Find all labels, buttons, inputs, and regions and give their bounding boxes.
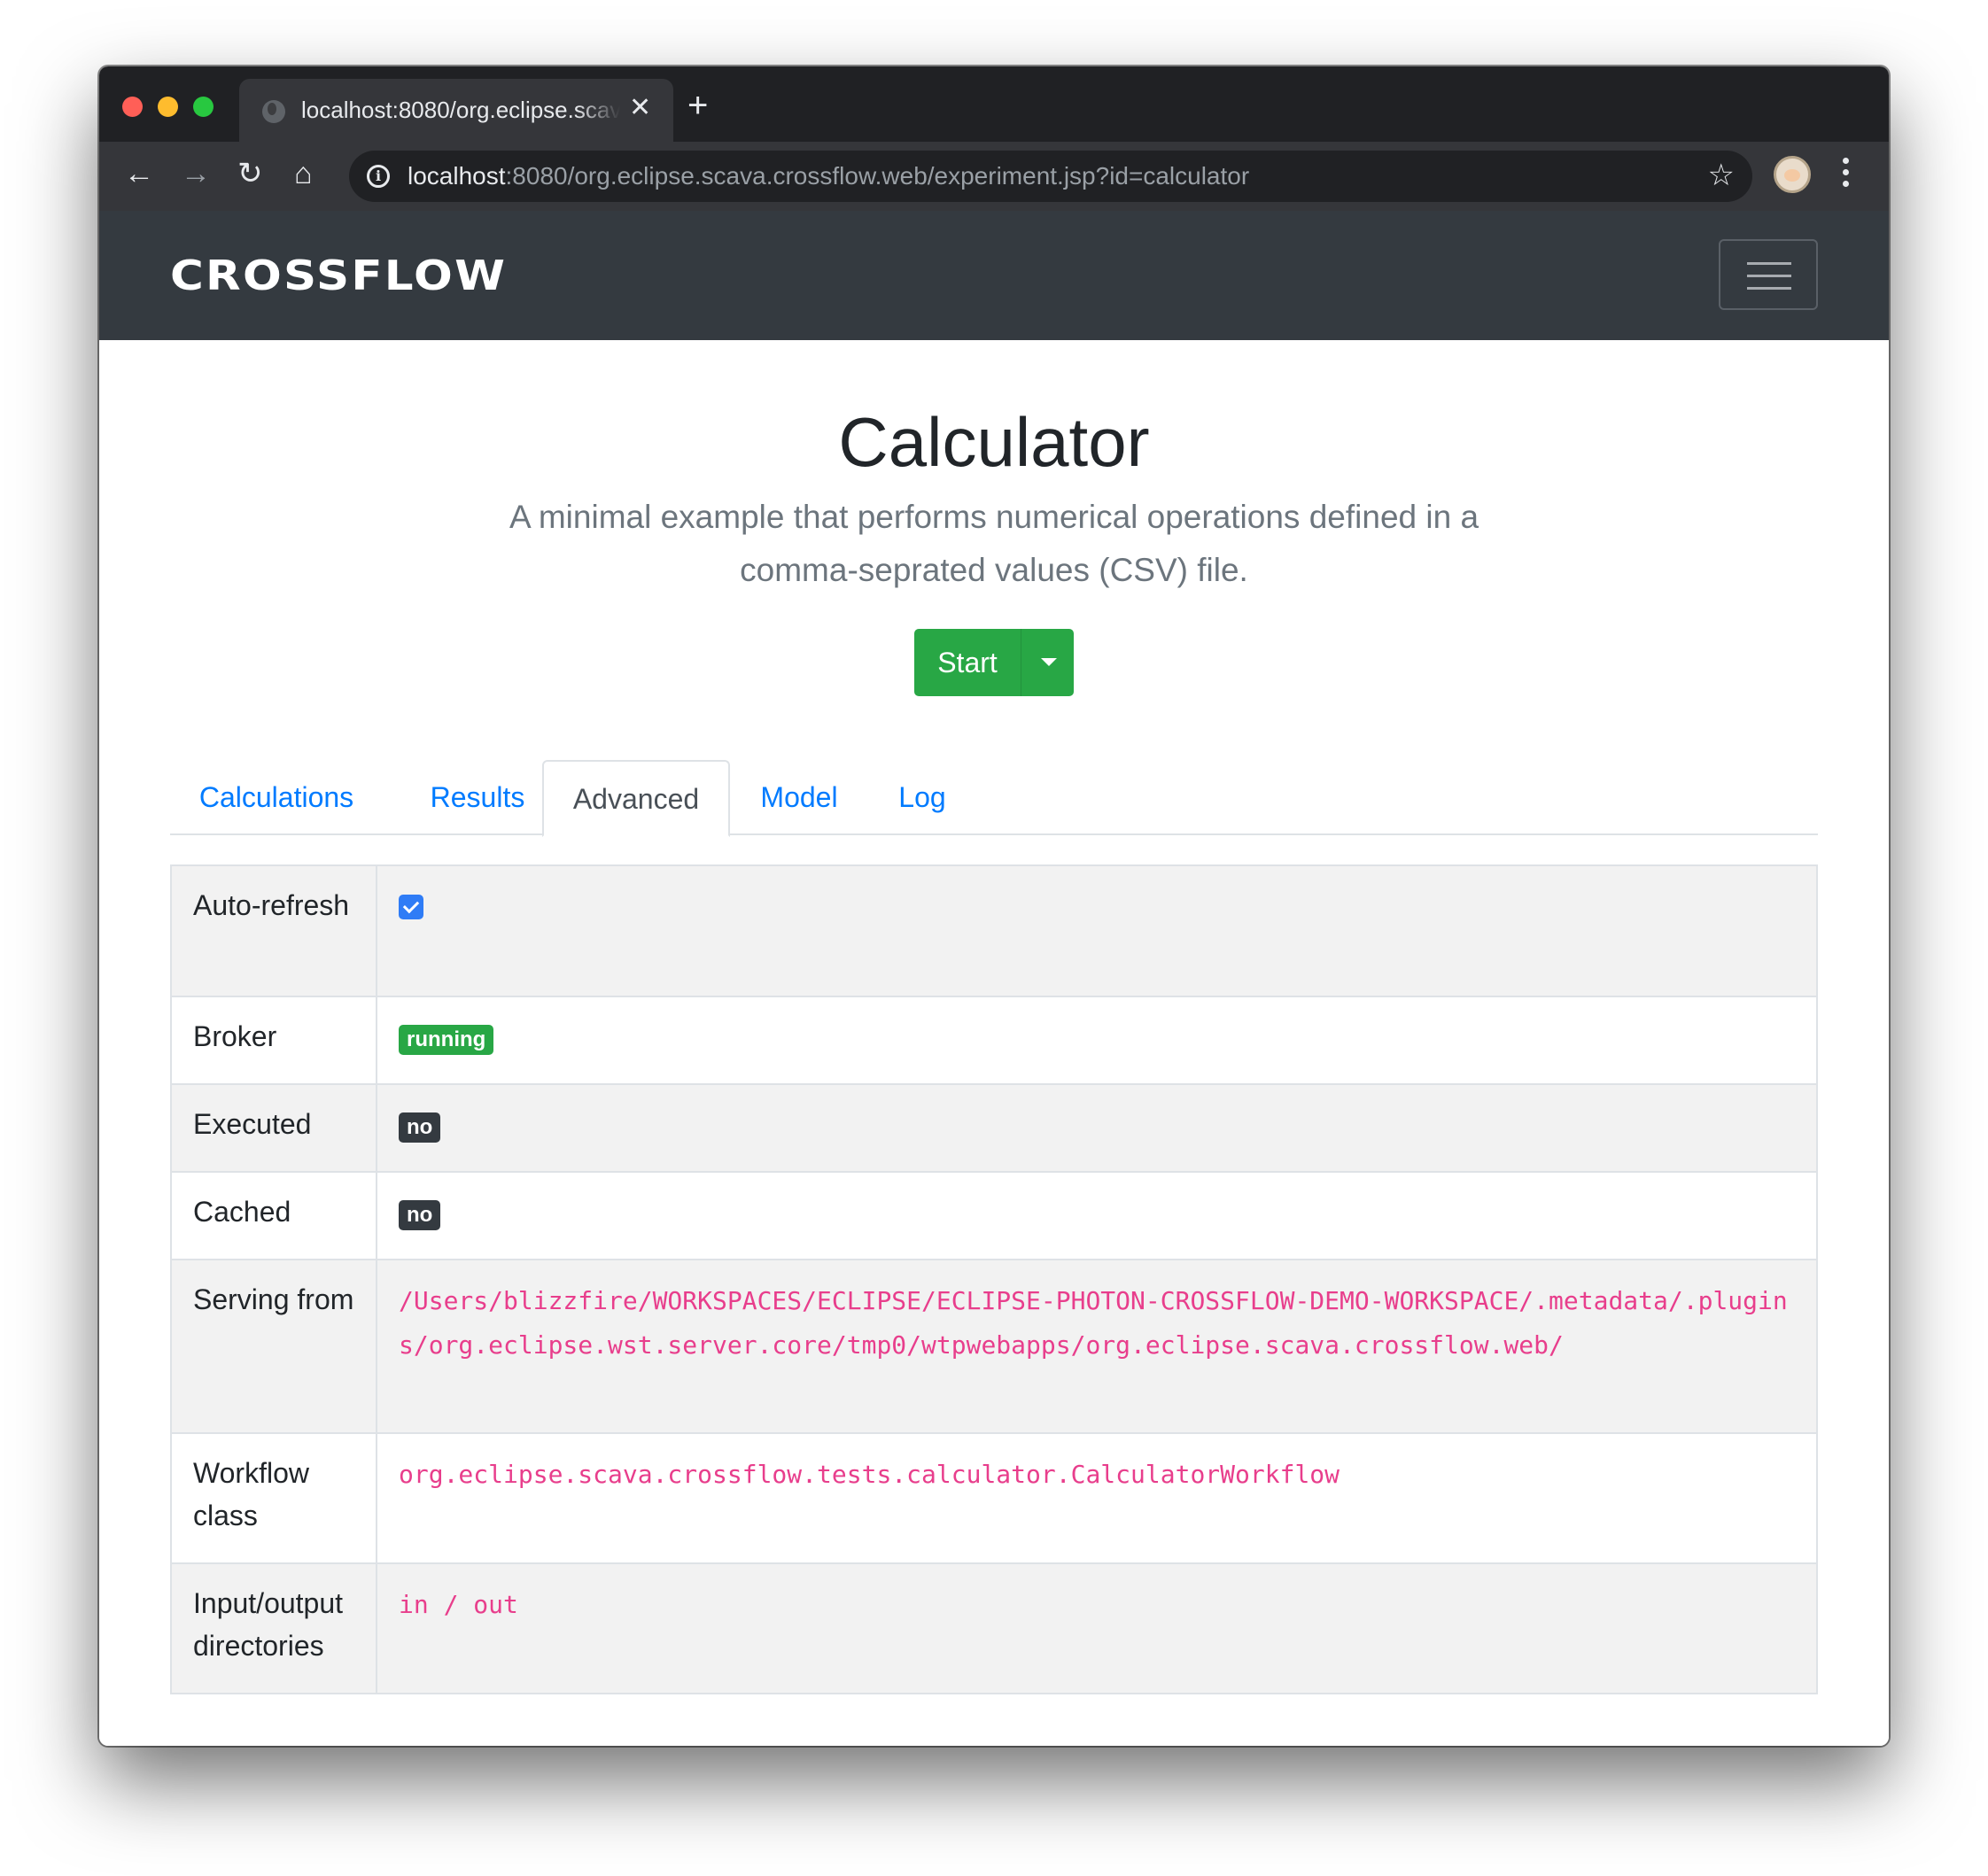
page-title: Calculator bbox=[838, 403, 1150, 481]
site-navbar: CROSSFLOW bbox=[99, 211, 1889, 340]
tab-log[interactable]: Log bbox=[868, 760, 976, 835]
serving-from-cell: /Users/blizzfire/WORKSPACES/ECLIPSE/ECLI… bbox=[376, 1259, 1818, 1434]
maximize-window-button[interactable] bbox=[193, 97, 214, 117]
browser-toolbar: ← → ↻ ⌂ i localhost:8080/org.eclipse.sca… bbox=[99, 142, 1889, 211]
start-button[interactable]: Start bbox=[914, 629, 1021, 696]
new-tab-button[interactable]: + bbox=[687, 88, 708, 123]
cached-label: Cached bbox=[170, 1171, 377, 1260]
cached-badge: no bbox=[399, 1200, 441, 1230]
address-bar[interactable]: i localhost:8080/org.eclipse.scava.cross… bbox=[349, 151, 1752, 202]
status-badge: running bbox=[399, 1025, 494, 1055]
io-directories-cell: in / out bbox=[376, 1562, 1818, 1694]
url-path: :8080/org.eclipse.scava.crossflow.web/ex… bbox=[505, 162, 1250, 190]
globe-icon bbox=[262, 100, 285, 123]
advanced-properties-table: Auto-refresh Broker running Executed no … bbox=[170, 864, 1818, 1694]
tab-model[interactable]: Model bbox=[730, 760, 868, 835]
home-icon[interactable]: ⌂ bbox=[294, 156, 313, 191]
start-dropdown-toggle[interactable] bbox=[1021, 629, 1074, 696]
executed-cell: no bbox=[376, 1083, 1818, 1173]
table-row: Workflow class org.eclipse.scava.crossfl… bbox=[170, 1432, 1818, 1564]
table-row: Serving from /Users/blizzfire/WORKSPACES… bbox=[170, 1259, 1818, 1434]
tab-title: localhost:8080/org.eclipse.scava.crossfl… bbox=[301, 97, 620, 124]
tab-advanced[interactable]: Advanced bbox=[542, 760, 730, 837]
menu-icon[interactable] bbox=[1843, 158, 1850, 193]
broker-label: Broker bbox=[170, 996, 377, 1085]
workflow-class-cell: org.eclipse.scava.crossflow.tests.calcul… bbox=[376, 1432, 1818, 1564]
url-host: localhost bbox=[408, 162, 506, 190]
table-row: Broker running bbox=[170, 996, 1818, 1085]
minimize-window-button[interactable] bbox=[158, 97, 178, 117]
page-description: A minimal example that performs numerica… bbox=[509, 499, 1479, 588]
browser-window: localhost:8080/org.eclipse.scava.crossfl… bbox=[99, 66, 1889, 1746]
table-row: Executed no bbox=[170, 1083, 1818, 1173]
tab-close-icon[interactable]: ✕ bbox=[629, 95, 651, 121]
tab-calculations[interactable]: Calculations bbox=[170, 760, 383, 835]
table-row: Cached no bbox=[170, 1171, 1818, 1260]
navbar-toggle-button[interactable] bbox=[1719, 239, 1818, 310]
workflow-class-label: Workflow class bbox=[170, 1432, 377, 1564]
table-row: Auto-refresh bbox=[170, 864, 1818, 997]
browser-titlebar: localhost:8080/org.eclipse.scava.crossfl… bbox=[99, 66, 1889, 142]
io-directories-value: in / out bbox=[399, 1590, 518, 1619]
executed-label: Executed bbox=[170, 1083, 377, 1173]
page-content: Calculator A minimal example that perfor… bbox=[99, 340, 1889, 1746]
executed-badge: no bbox=[399, 1112, 441, 1143]
browser-tab[interactable]: localhost:8080/org.eclipse.scava.crossfl… bbox=[239, 79, 673, 142]
auto-refresh-cell bbox=[376, 864, 1818, 997]
forward-icon[interactable]: → bbox=[181, 156, 211, 191]
close-window-button[interactable] bbox=[122, 97, 143, 117]
workflow-class-value: org.eclipse.scava.crossflow.tests.calcul… bbox=[399, 1460, 1340, 1489]
info-icon[interactable]: i bbox=[367, 165, 390, 188]
url-text[interactable]: localhost:8080/org.eclipse.scava.crossfl… bbox=[408, 162, 1249, 190]
experiment-tabs: Calculations Results Advanced Model Log bbox=[170, 760, 1818, 837]
cached-cell: no bbox=[376, 1171, 1818, 1260]
io-directories-label: Input/output directories bbox=[170, 1562, 377, 1694]
auto-refresh-checkbox[interactable] bbox=[399, 895, 423, 919]
broker-cell: running bbox=[376, 996, 1818, 1085]
back-icon[interactable]: ← bbox=[124, 156, 154, 191]
profile-avatar[interactable] bbox=[1774, 156, 1811, 193]
auto-refresh-label: Auto-refresh bbox=[170, 864, 377, 997]
serving-from-path: /Users/blizzfire/WORKSPACES/ECLIPSE/ECLI… bbox=[399, 1286, 1788, 1360]
reload-icon[interactable]: ↻ bbox=[237, 156, 263, 191]
brand-logo[interactable]: CROSSFLOW bbox=[170, 252, 507, 299]
start-button-group: Start bbox=[914, 629, 1074, 696]
star-icon[interactable]: ☆ bbox=[1708, 158, 1735, 193]
serving-from-label: Serving from bbox=[170, 1259, 377, 1434]
table-row: Input/output directories in / out bbox=[170, 1562, 1818, 1694]
